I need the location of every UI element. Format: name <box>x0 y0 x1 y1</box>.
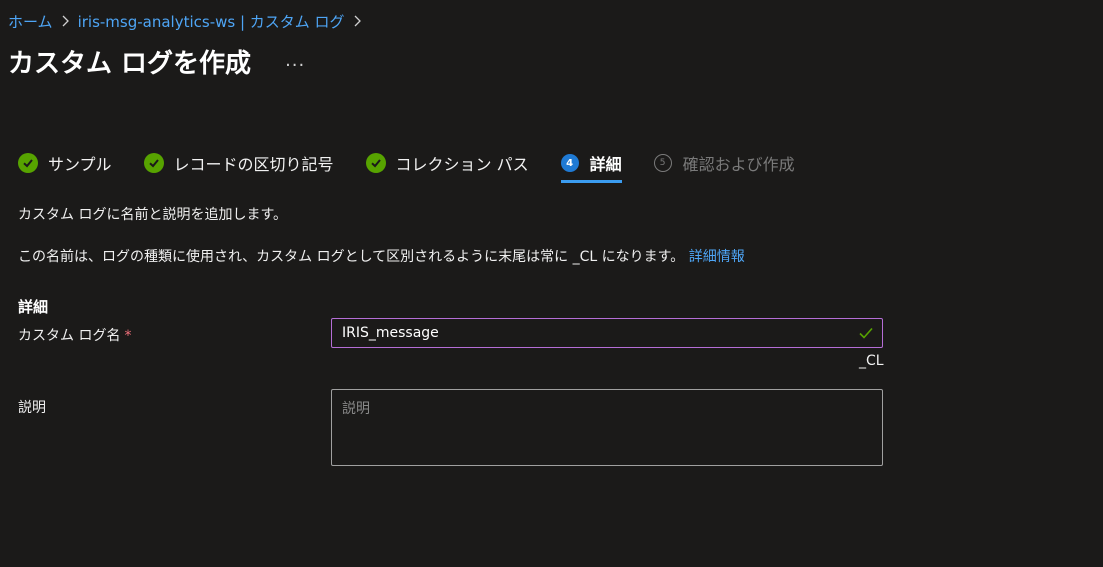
chevron-right-icon <box>353 15 362 27</box>
create-custom-log-page: ホーム iris-msg-analytics-ws | カスタム ログ カスタム… <box>0 0 1103 567</box>
breadcrumb: ホーム iris-msg-analytics-ws | カスタム ログ <box>8 10 370 32</box>
check-circle-icon <box>143 153 164 173</box>
breadcrumb-home-link[interactable]: ホーム <box>8 11 53 32</box>
check-circle-icon <box>18 153 38 173</box>
custom-log-name-field <box>331 318 883 348</box>
description-textarea[interactable] <box>331 389 883 466</box>
more-options-button[interactable]: ... <box>281 52 309 70</box>
tab-record-delimiter[interactable]: レコードの区切り記号 <box>143 146 334 180</box>
step-label: 詳細 <box>589 155 622 174</box>
custom-log-name-label: カスタム ログ名 * <box>18 325 131 345</box>
learn-more-link[interactable]: 詳細情報 <box>689 249 745 265</box>
step-label: 確認および作成 <box>682 155 795 174</box>
tab-sample[interactable]: サンプル <box>18 146 112 180</box>
check-circle-icon <box>365 153 386 173</box>
step-label: レコードの区切り記号 <box>173 155 334 174</box>
info-description: この名前は、ログの種類に使用され、カスタム ログとして区別されるように末尾は常に… <box>18 249 685 265</box>
step-number-badge: 4 <box>560 154 579 172</box>
tab-collection-paths[interactable]: コレクション パス <box>365 146 529 180</box>
step-label: サンプル <box>48 155 112 174</box>
section-title: 詳細 <box>18 298 49 316</box>
custom-log-name-label-text: カスタム ログ名 <box>18 328 121 344</box>
step-label: コレクション パス <box>395 155 529 174</box>
checkmark-icon <box>859 327 873 339</box>
info-text: この名前は、ログの種類に使用され、カスタム ログとして区別されるように末尾は常に… <box>18 246 745 266</box>
tab-review-create[interactable]: 5 確認および作成 <box>653 146 795 180</box>
intro-text: カスタム ログに名前と説明を追加します。 <box>18 207 288 223</box>
page-title: カスタム ログを作成 <box>8 48 252 79</box>
description-label: 説明 <box>18 400 46 416</box>
required-asterisk: * <box>124 328 132 344</box>
chevron-right-icon <box>61 15 70 27</box>
custom-log-name-input[interactable] <box>332 325 858 341</box>
name-suffix: _CL <box>859 353 884 369</box>
wizard-steps: サンプル レコードの区切り記号 コレクション パス 4 詳細 5 確認および作成 <box>18 146 827 186</box>
breadcrumb-workspace-link[interactable]: iris-msg-analytics-ws | カスタム ログ <box>78 11 345 32</box>
title-row: カスタム ログを作成 ... <box>8 40 309 82</box>
tab-details[interactable]: 4 詳細 <box>560 146 622 183</box>
step-number-badge: 5 <box>653 154 672 172</box>
